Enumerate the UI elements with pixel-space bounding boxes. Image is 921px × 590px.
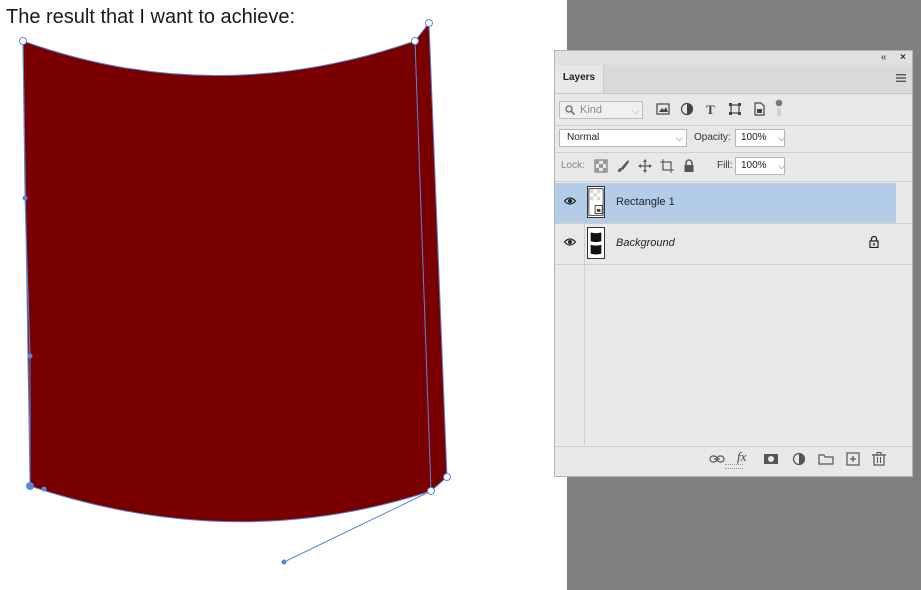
lock-label: Lock: bbox=[561, 160, 585, 171]
adjustment-layer-icon[interactable] bbox=[791, 452, 807, 466]
blend-mode-select[interactable]: Normal ⌵ bbox=[559, 129, 687, 147]
lock-all-icon[interactable] bbox=[682, 159, 696, 173]
image-filter-icon[interactable] bbox=[656, 102, 670, 116]
layer-name[interactable]: Background bbox=[616, 237, 675, 249]
lock-icon bbox=[869, 236, 879, 248]
adjustment-filter-icon[interactable] bbox=[680, 102, 694, 116]
anchor-point[interactable] bbox=[443, 473, 451, 481]
lock-transparent-icon[interactable] bbox=[594, 159, 608, 173]
control-point[interactable] bbox=[27, 353, 33, 359]
close-panel-icon[interactable]: × bbox=[900, 52, 906, 63]
lock-paint-icon[interactable] bbox=[616, 159, 630, 173]
smart-object-filter-icon[interactable] bbox=[752, 102, 766, 116]
lock-row: Lock: Fill: 100% ⌵ bbox=[555, 157, 912, 177]
tab-layers[interactable]: Layers bbox=[555, 65, 604, 93]
kind-filter-label: Kind bbox=[580, 104, 603, 116]
layer-row-background[interactable]: Background bbox=[555, 224, 896, 264]
fill-field[interactable]: 100% ⌵ bbox=[735, 157, 785, 175]
layer-row-rectangle-1[interactable]: Rectangle 1 bbox=[555, 183, 896, 223]
anchor-point[interactable] bbox=[427, 487, 435, 495]
divider bbox=[555, 181, 912, 182]
control-point[interactable] bbox=[281, 559, 287, 565]
chevron-down-icon: ⌵ bbox=[632, 106, 639, 116]
control-point[interactable] bbox=[41, 486, 47, 492]
blend-row: Normal ⌵ Opacity: 100% ⌵ bbox=[555, 129, 912, 149]
resize-grip[interactable] bbox=[725, 464, 743, 469]
panel-title-strip[interactable]: « × bbox=[555, 51, 912, 65]
group-folder-icon[interactable] bbox=[818, 452, 834, 466]
collapse-panel-icon[interactable]: « bbox=[881, 52, 887, 63]
opacity-value: 100% bbox=[741, 132, 767, 143]
anchor-point[interactable] bbox=[411, 37, 419, 45]
fx-icon[interactable]: fx bbox=[737, 449, 753, 464]
chevron-down-icon: ⌵ bbox=[676, 133, 683, 143]
blend-mode-value: Normal bbox=[567, 132, 600, 143]
filter-toggle-icon[interactable] bbox=[775, 99, 783, 117]
layer-name[interactable]: Rectangle 1 bbox=[616, 196, 675, 208]
fill-label: Fill: bbox=[717, 160, 733, 171]
trash-icon[interactable] bbox=[871, 452, 887, 466]
chevron-down-icon[interactable]: ⌵ bbox=[778, 130, 785, 146]
divider bbox=[555, 125, 912, 126]
panel-bottom-toolbar: fx bbox=[555, 446, 912, 471]
shape-filter-icon[interactable] bbox=[728, 102, 742, 116]
lock-position-icon[interactable] bbox=[638, 159, 652, 173]
warped-shape[interactable] bbox=[22, 21, 448, 523]
divider bbox=[555, 264, 912, 265]
layers-panel: « × Layers Kind ⌵ T Normal ⌵ Opacity: 10… bbox=[554, 50, 913, 477]
svg-text:T: T bbox=[706, 102, 715, 116]
eye-icon[interactable] bbox=[564, 196, 576, 206]
opacity-label: Opacity: bbox=[694, 132, 731, 143]
control-point[interactable] bbox=[22, 195, 28, 201]
layer-thumbnail-icon bbox=[587, 227, 605, 259]
eye-icon[interactable] bbox=[564, 237, 576, 247]
kind-filter-select[interactable]: Kind ⌵ bbox=[559, 101, 643, 119]
fill-value: 100% bbox=[741, 160, 767, 171]
filter-row: Kind ⌵ T bbox=[555, 99, 912, 121]
type-filter-icon[interactable]: T bbox=[704, 102, 718, 116]
search-icon bbox=[565, 105, 575, 115]
canvas-artwork[interactable] bbox=[0, 0, 560, 590]
lock-artboard-icon[interactable] bbox=[660, 159, 674, 173]
new-layer-icon[interactable] bbox=[845, 452, 861, 466]
chevron-down-icon[interactable]: ⌵ bbox=[778, 158, 785, 174]
panel-tabbar: Layers bbox=[555, 65, 912, 94]
divider bbox=[555, 152, 912, 153]
layer-thumbnail-icon bbox=[587, 186, 605, 218]
mask-icon[interactable] bbox=[763, 452, 779, 466]
anchor-point[interactable] bbox=[19, 37, 27, 45]
opacity-field[interactable]: 100% ⌵ bbox=[735, 129, 785, 147]
control-point[interactable] bbox=[26, 482, 34, 490]
panel-menu-icon[interactable] bbox=[896, 73, 906, 83]
link-layers-icon[interactable] bbox=[709, 452, 725, 466]
anchor-point[interactable] bbox=[425, 19, 433, 27]
